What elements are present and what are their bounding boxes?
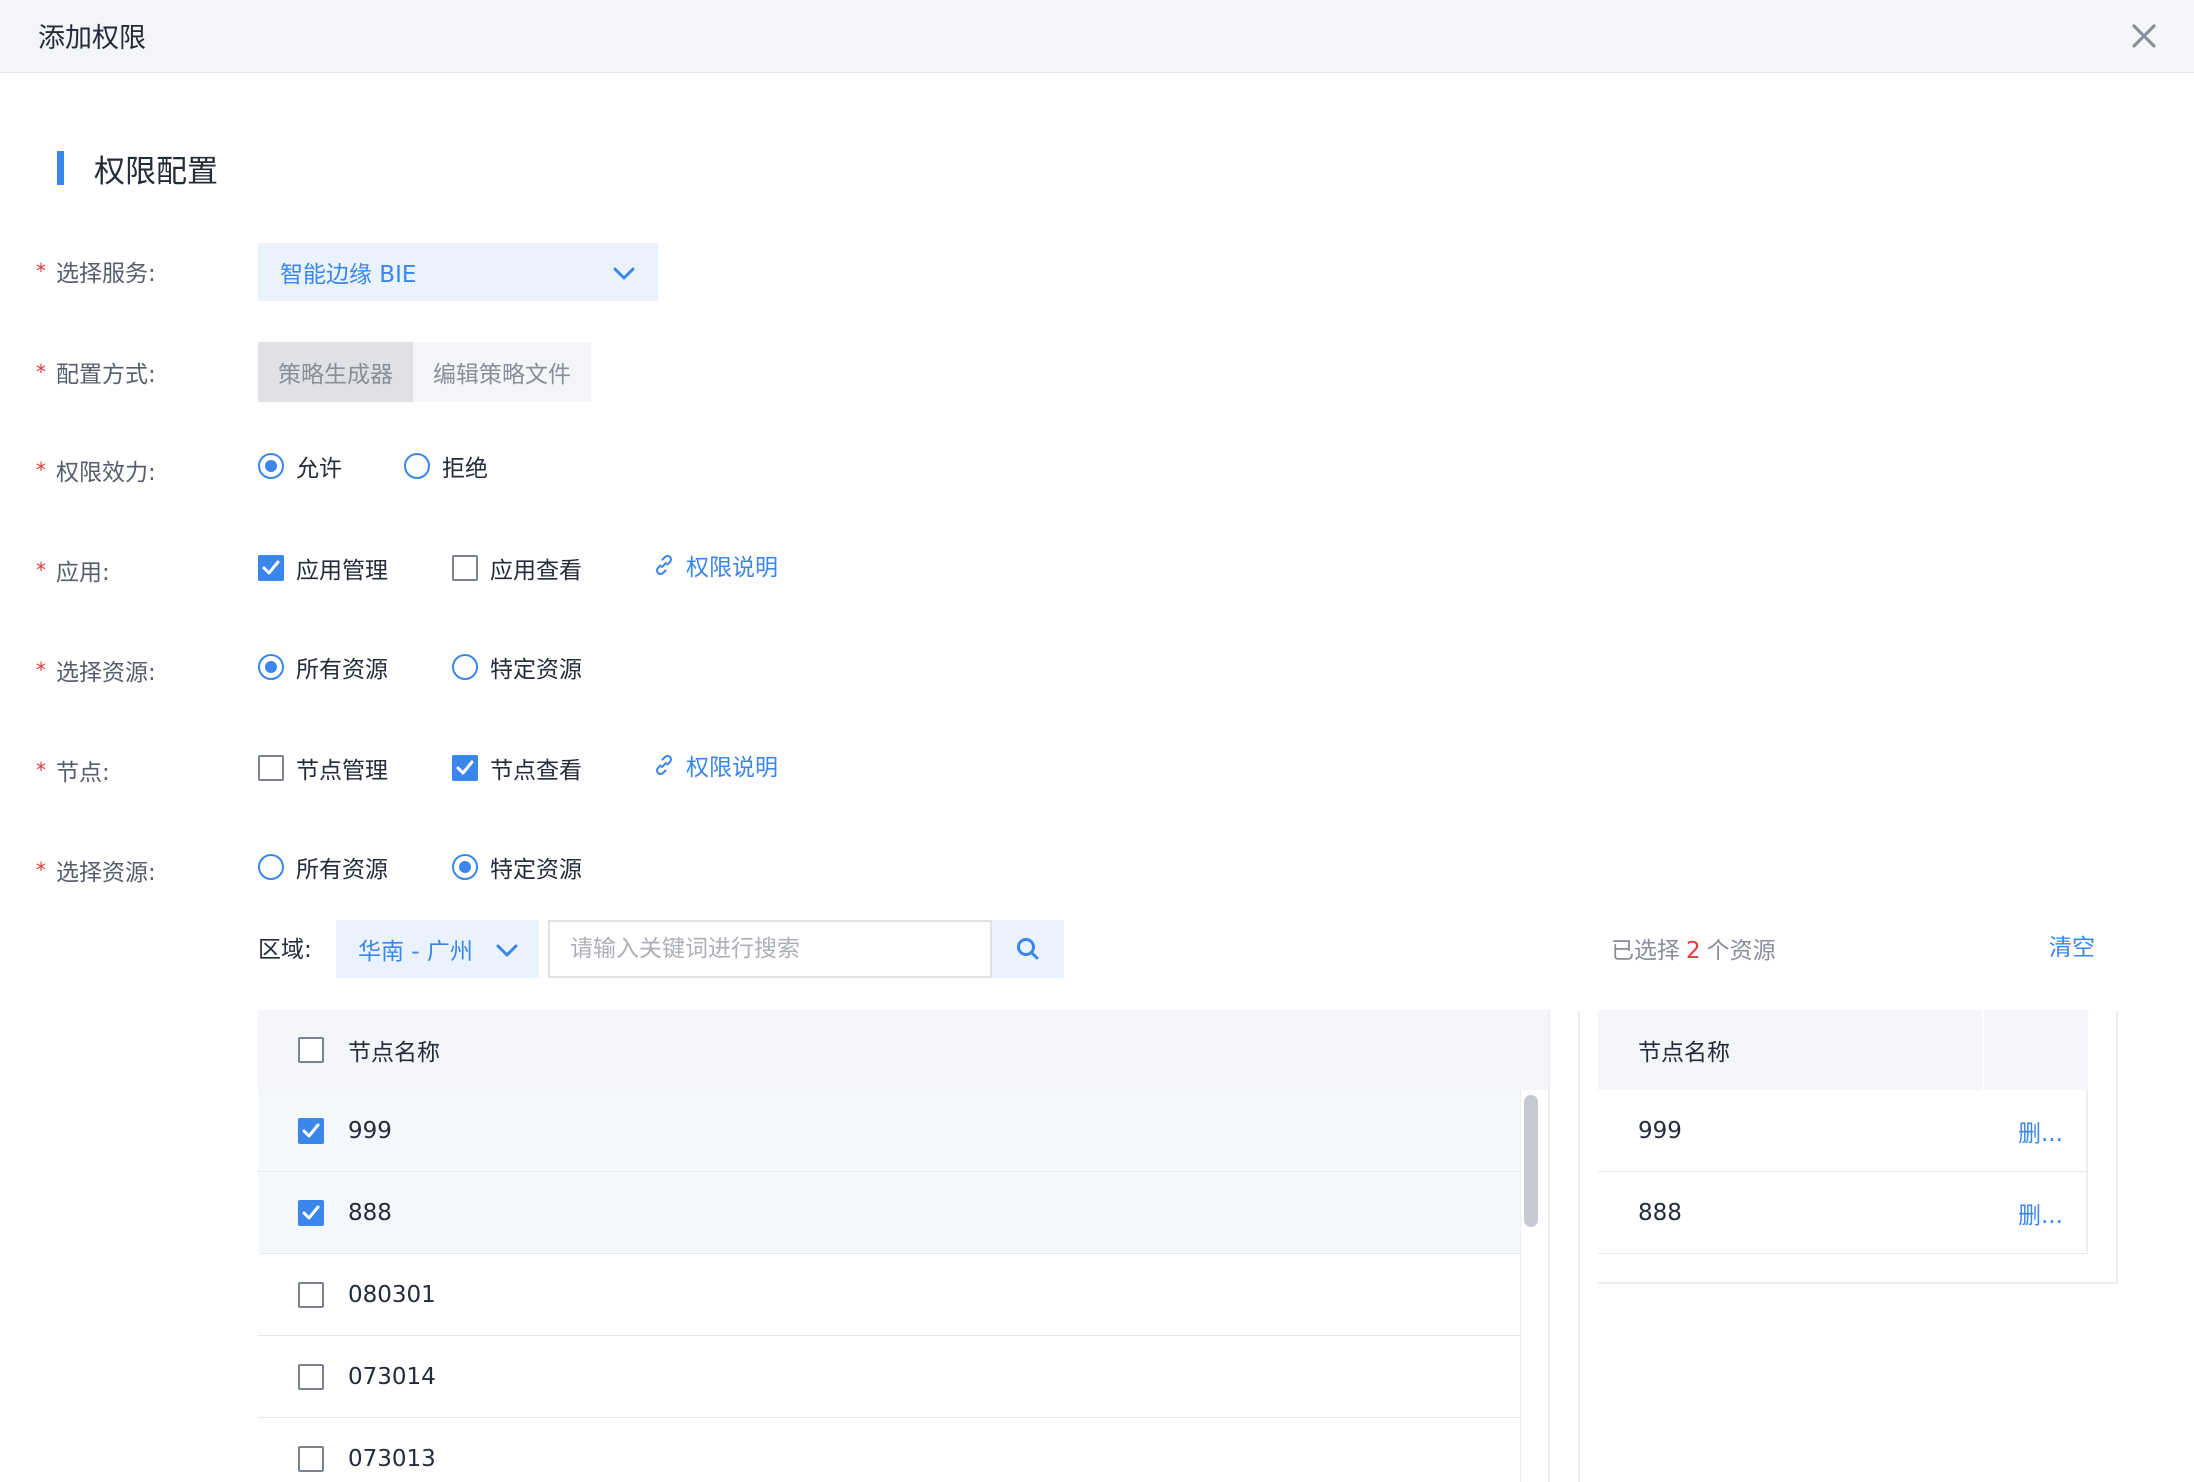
search-button[interactable]	[992, 920, 1064, 978]
table-row[interactable]: 073014	[258, 1336, 1520, 1418]
required-mark: *	[36, 658, 46, 682]
required-mark: *	[36, 259, 46, 283]
search-icon	[1017, 938, 1039, 960]
service-select-value: 智能边缘 BIE	[280, 262, 417, 288]
checkbox-checked-icon[interactable]	[298, 1199, 324, 1226]
selected-count-number: 2	[1686, 938, 1701, 964]
radio-unchecked-icon	[404, 453, 430, 479]
clear-selection-link[interactable]: 清空	[2049, 928, 2095, 962]
column-header-node-name: 节点名称	[348, 1040, 440, 1066]
table-body: 999 888 080301 073014 073013	[258, 1090, 1520, 1482]
region-select[interactable]: 华南 - 广州	[336, 920, 539, 978]
table-header: 节点名称	[1598, 1010, 2088, 1090]
link-icon	[655, 754, 673, 776]
section-header: 权限配置	[57, 150, 218, 190]
search-input[interactable]	[548, 920, 992, 978]
checkbox-checked-icon	[258, 555, 284, 581]
close-icon[interactable]	[2122, 14, 2166, 58]
dialog-header: 添加权限	[0, 0, 2194, 73]
delete-link[interactable]: 删...	[2018, 1114, 2063, 1148]
region-select-value: 华南 - 广州	[358, 939, 473, 965]
selected-nodes-table: 节点名称 999 删... 888 删...	[1598, 1010, 2118, 1284]
service-label: * 选择服务:	[36, 259, 156, 287]
radio-checked-icon	[258, 654, 284, 680]
table-row: 999 删...	[1598, 1090, 2086, 1172]
node-name-cell: 888	[1638, 1199, 1682, 1226]
panel-divider	[1548, 1010, 1550, 1482]
section-title: 权限配置	[94, 153, 218, 190]
link-icon	[655, 554, 673, 576]
table-row[interactable]: 080301	[258, 1254, 1520, 1336]
selected-count-text: 已选择 2 个资源	[1611, 938, 1776, 964]
node-permission-help-link[interactable]: 权限说明	[652, 745, 778, 785]
scrollbar-thumb[interactable]	[1524, 1095, 1538, 1227]
node-name-cell: 888	[348, 1199, 392, 1226]
app-resource-label: * 选择资源:	[36, 658, 156, 686]
node-resource-specific-radio[interactable]: 特定资源	[452, 847, 582, 887]
required-mark: *	[36, 858, 46, 882]
checkbox-unchecked-icon	[258, 755, 284, 781]
radio-checked-icon	[258, 453, 284, 479]
config-mode-label: * 配置方式:	[36, 360, 156, 388]
required-mark: *	[36, 360, 46, 384]
config-mode-option-edit-file[interactable]: 编辑策略文件	[413, 342, 591, 402]
node-manage-checkbox[interactable]: 节点管理	[258, 748, 388, 788]
chevron-down-icon	[495, 938, 519, 968]
panel-divider	[1578, 1010, 1580, 1482]
config-mode-toggle: 策略生成器 编辑策略文件	[258, 342, 591, 402]
app-resource-all-radio[interactable]: 所有资源	[258, 647, 388, 687]
table-header: 节点名称	[258, 1010, 1550, 1090]
node-label: * 节点:	[36, 758, 110, 786]
checkbox-unchecked-icon[interactable]	[298, 1363, 324, 1390]
table-body: 999 删... 888 删...	[1598, 1090, 2088, 1254]
column-header-node-name: 节点名称	[1638, 1040, 1730, 1066]
effect-deny-radio[interactable]: 拒绝	[404, 446, 488, 486]
required-mark: *	[36, 458, 46, 482]
node-view-checkbox[interactable]: 节点查看	[452, 748, 582, 788]
app-view-checkbox[interactable]: 应用查看	[452, 548, 582, 588]
node-name-cell: 999	[1638, 1117, 1682, 1144]
checkbox-unchecked-icon	[452, 555, 478, 581]
region-label: 区域:	[258, 937, 312, 963]
radio-checked-icon	[452, 854, 478, 880]
required-mark: *	[36, 758, 46, 782]
app-manage-checkbox[interactable]: 应用管理	[258, 548, 388, 588]
node-resource-all-radio[interactable]: 所有资源	[258, 847, 388, 887]
available-nodes-table: 节点名称 999 888 080301 073014 073013	[258, 1010, 1550, 1482]
dialog-title: 添加权限	[38, 23, 146, 54]
node-name-cell: 073013	[348, 1445, 436, 1472]
app-label: * 应用:	[36, 558, 110, 586]
node-name-cell: 999	[348, 1117, 392, 1144]
table-row: 888 删...	[1598, 1172, 2086, 1254]
column-separator	[1982, 1010, 1984, 1090]
node-name-cell: 080301	[348, 1281, 436, 1308]
delete-link[interactable]: 删...	[2018, 1196, 2063, 1230]
checkbox-checked-icon[interactable]	[298, 1117, 324, 1144]
chevron-down-icon	[612, 261, 636, 291]
radio-unchecked-icon	[258, 854, 284, 880]
checkbox-unchecked-icon[interactable]	[298, 1281, 324, 1308]
node-resource-label: * 选择资源:	[36, 858, 156, 886]
table-row[interactable]: 999	[258, 1090, 1520, 1172]
radio-unchecked-icon	[452, 654, 478, 680]
table-row[interactable]: 073013	[258, 1418, 1520, 1482]
effect-label: * 权限效力:	[36, 458, 156, 486]
app-resource-specific-radio[interactable]: 特定资源	[452, 647, 582, 687]
app-permission-help-link[interactable]: 权限说明	[652, 545, 778, 585]
service-select[interactable]: 智能边缘 BIE	[258, 243, 658, 301]
required-mark: *	[36, 558, 46, 582]
config-mode-option-generator[interactable]: 策略生成器	[258, 342, 413, 402]
checkbox-checked-icon	[452, 755, 478, 781]
table-row[interactable]: 888	[258, 1172, 1520, 1254]
effect-allow-radio[interactable]: 允许	[258, 446, 342, 486]
checkbox-unchecked-icon[interactable]	[298, 1445, 324, 1472]
section-accent-bar	[57, 151, 64, 185]
select-all-checkbox[interactable]	[298, 1037, 324, 1063]
node-name-cell: 073014	[348, 1363, 436, 1390]
